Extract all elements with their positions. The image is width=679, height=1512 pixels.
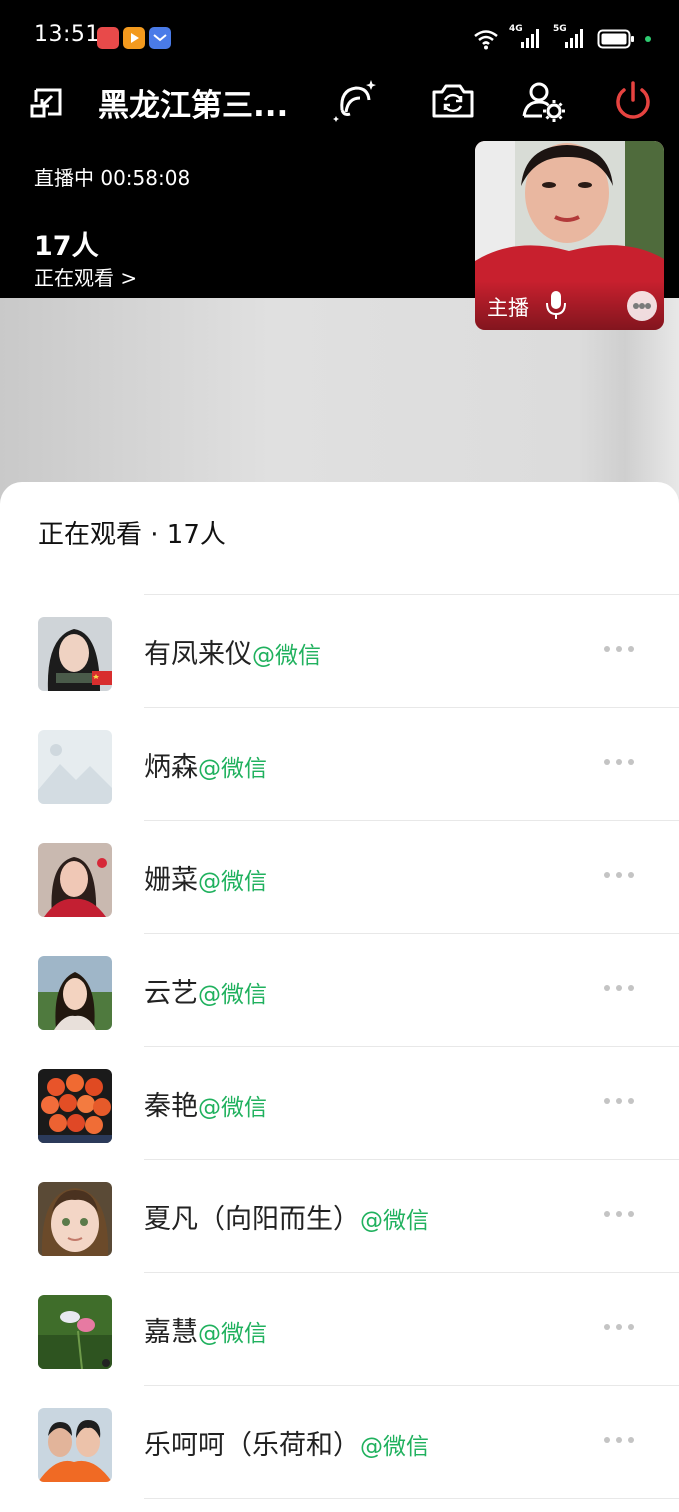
watching-link[interactable]: 正在观看 > bbox=[34, 262, 137, 291]
row-more-icon[interactable] bbox=[604, 1324, 634, 1332]
row-more-icon[interactable] bbox=[604, 985, 634, 993]
list-item[interactable]: 乐呵呵（乐荷和）@微信 bbox=[0, 1385, 679, 1498]
status-bar: 13:51 4G 5G bbox=[0, 0, 679, 75]
viewer-name: 有凤来仪@微信 bbox=[144, 632, 321, 671]
avatar bbox=[38, 617, 112, 691]
row-more-icon[interactable] bbox=[604, 872, 634, 880]
viewer-name: 云艺@微信 bbox=[144, 971, 267, 1010]
list-item[interactable]: 姗菜@微信 bbox=[0, 820, 679, 933]
system-indicators: 4G 5G bbox=[473, 24, 651, 50]
host-preview-window[interactable]: 主播 bbox=[475, 141, 664, 330]
viewer-name-text: 嘉慧 bbox=[144, 1317, 198, 1348]
beauty-filter-icon[interactable] bbox=[330, 76, 380, 126]
row-more-icon[interactable] bbox=[604, 1437, 634, 1445]
viewer-name-text: 夏凡（向阳而生） bbox=[144, 1204, 360, 1235]
viewer-source: @微信 bbox=[252, 643, 321, 669]
divider bbox=[144, 1498, 679, 1499]
minimize-window-icon[interactable] bbox=[22, 76, 72, 126]
avatar bbox=[38, 1408, 112, 1482]
viewer-count[interactable]: 17人 bbox=[34, 224, 99, 263]
battery-icon bbox=[597, 29, 634, 49]
row-more-icon[interactable] bbox=[604, 1098, 634, 1106]
row-more-icon[interactable] bbox=[604, 646, 634, 654]
viewer-source: @微信 bbox=[198, 756, 267, 782]
list-item[interactable]: 夏凡（向阳而生）@微信 bbox=[0, 1159, 679, 1272]
notification-video-icon bbox=[123, 27, 145, 49]
viewer-source: @微信 bbox=[198, 869, 267, 895]
viewer-name: 乐呵呵（乐荷和）@微信 bbox=[144, 1423, 429, 1462]
online-dot-icon bbox=[645, 36, 651, 42]
list-item[interactable]: 炳森@微信 bbox=[0, 707, 679, 820]
wifi-icon bbox=[474, 30, 498, 50]
member-settings-icon[interactable] bbox=[518, 76, 568, 126]
list-item[interactable]: 云艺@微信 bbox=[0, 933, 679, 1046]
viewer-name-text: 秦艳 bbox=[144, 1091, 198, 1122]
divider bbox=[144, 594, 679, 595]
notification-mail-icon bbox=[149, 27, 171, 49]
viewer-source: @微信 bbox=[360, 1208, 429, 1234]
viewer-name: 姗菜@微信 bbox=[144, 858, 267, 897]
sheet-title: 正在观看 · 17人 bbox=[38, 520, 226, 550]
divider bbox=[144, 1046, 679, 1047]
viewer-name: 炳森@微信 bbox=[144, 745, 267, 784]
divider bbox=[144, 933, 679, 934]
divider bbox=[144, 820, 679, 821]
list-item[interactable]: 嘉慧@微信 bbox=[0, 1272, 679, 1385]
divider bbox=[144, 1272, 679, 1273]
viewer-source: @微信 bbox=[360, 1434, 429, 1460]
avatar bbox=[38, 1295, 112, 1369]
notification-app-icon bbox=[97, 27, 119, 49]
row-more-icon[interactable] bbox=[604, 759, 634, 767]
viewer-name: 嘉慧@微信 bbox=[144, 1310, 267, 1349]
signal-5g-icon: 5G bbox=[553, 24, 587, 50]
viewer-name: 夏凡（向阳而生）@微信 bbox=[144, 1197, 429, 1236]
divider bbox=[144, 1385, 679, 1386]
avatar bbox=[38, 956, 112, 1030]
viewer-name-text: 乐呵呵（乐荷和） bbox=[144, 1430, 360, 1461]
status-time: 13:51 bbox=[34, 22, 100, 47]
list-item[interactable]: 秦艳@微信 bbox=[0, 1046, 679, 1159]
host-label: 主播 bbox=[487, 296, 529, 320]
list-item[interactable]: 有凤来仪@微信 bbox=[0, 594, 679, 707]
viewer-source: @微信 bbox=[198, 982, 267, 1008]
viewer-source: @微信 bbox=[198, 1321, 267, 1347]
switch-camera-icon[interactable] bbox=[428, 76, 478, 126]
live-title: 黑龙江第三... bbox=[98, 88, 289, 124]
avatar bbox=[38, 1182, 112, 1256]
more-options-icon[interactable] bbox=[627, 291, 657, 321]
avatar bbox=[38, 843, 112, 917]
divider bbox=[144, 1159, 679, 1160]
live-duration: 直播中 00:58:08 bbox=[34, 166, 191, 190]
avatar bbox=[38, 1069, 112, 1143]
microphone-icon[interactable] bbox=[545, 289, 567, 325]
viewer-name-text: 姗菜 bbox=[144, 865, 198, 896]
divider bbox=[144, 707, 679, 708]
viewer-name-text: 炳森 bbox=[144, 752, 198, 783]
viewer-name-text: 有凤来仪 bbox=[144, 639, 252, 670]
signal-4g-icon: 4G bbox=[509, 24, 543, 50]
viewer-name-text: 云艺 bbox=[144, 978, 198, 1009]
row-more-icon[interactable] bbox=[604, 1211, 634, 1219]
viewer-name: 秦艳@微信 bbox=[144, 1084, 267, 1123]
end-live-power-icon[interactable] bbox=[608, 76, 658, 126]
avatar-placeholder bbox=[38, 730, 112, 804]
viewer-source: @微信 bbox=[198, 1095, 267, 1121]
